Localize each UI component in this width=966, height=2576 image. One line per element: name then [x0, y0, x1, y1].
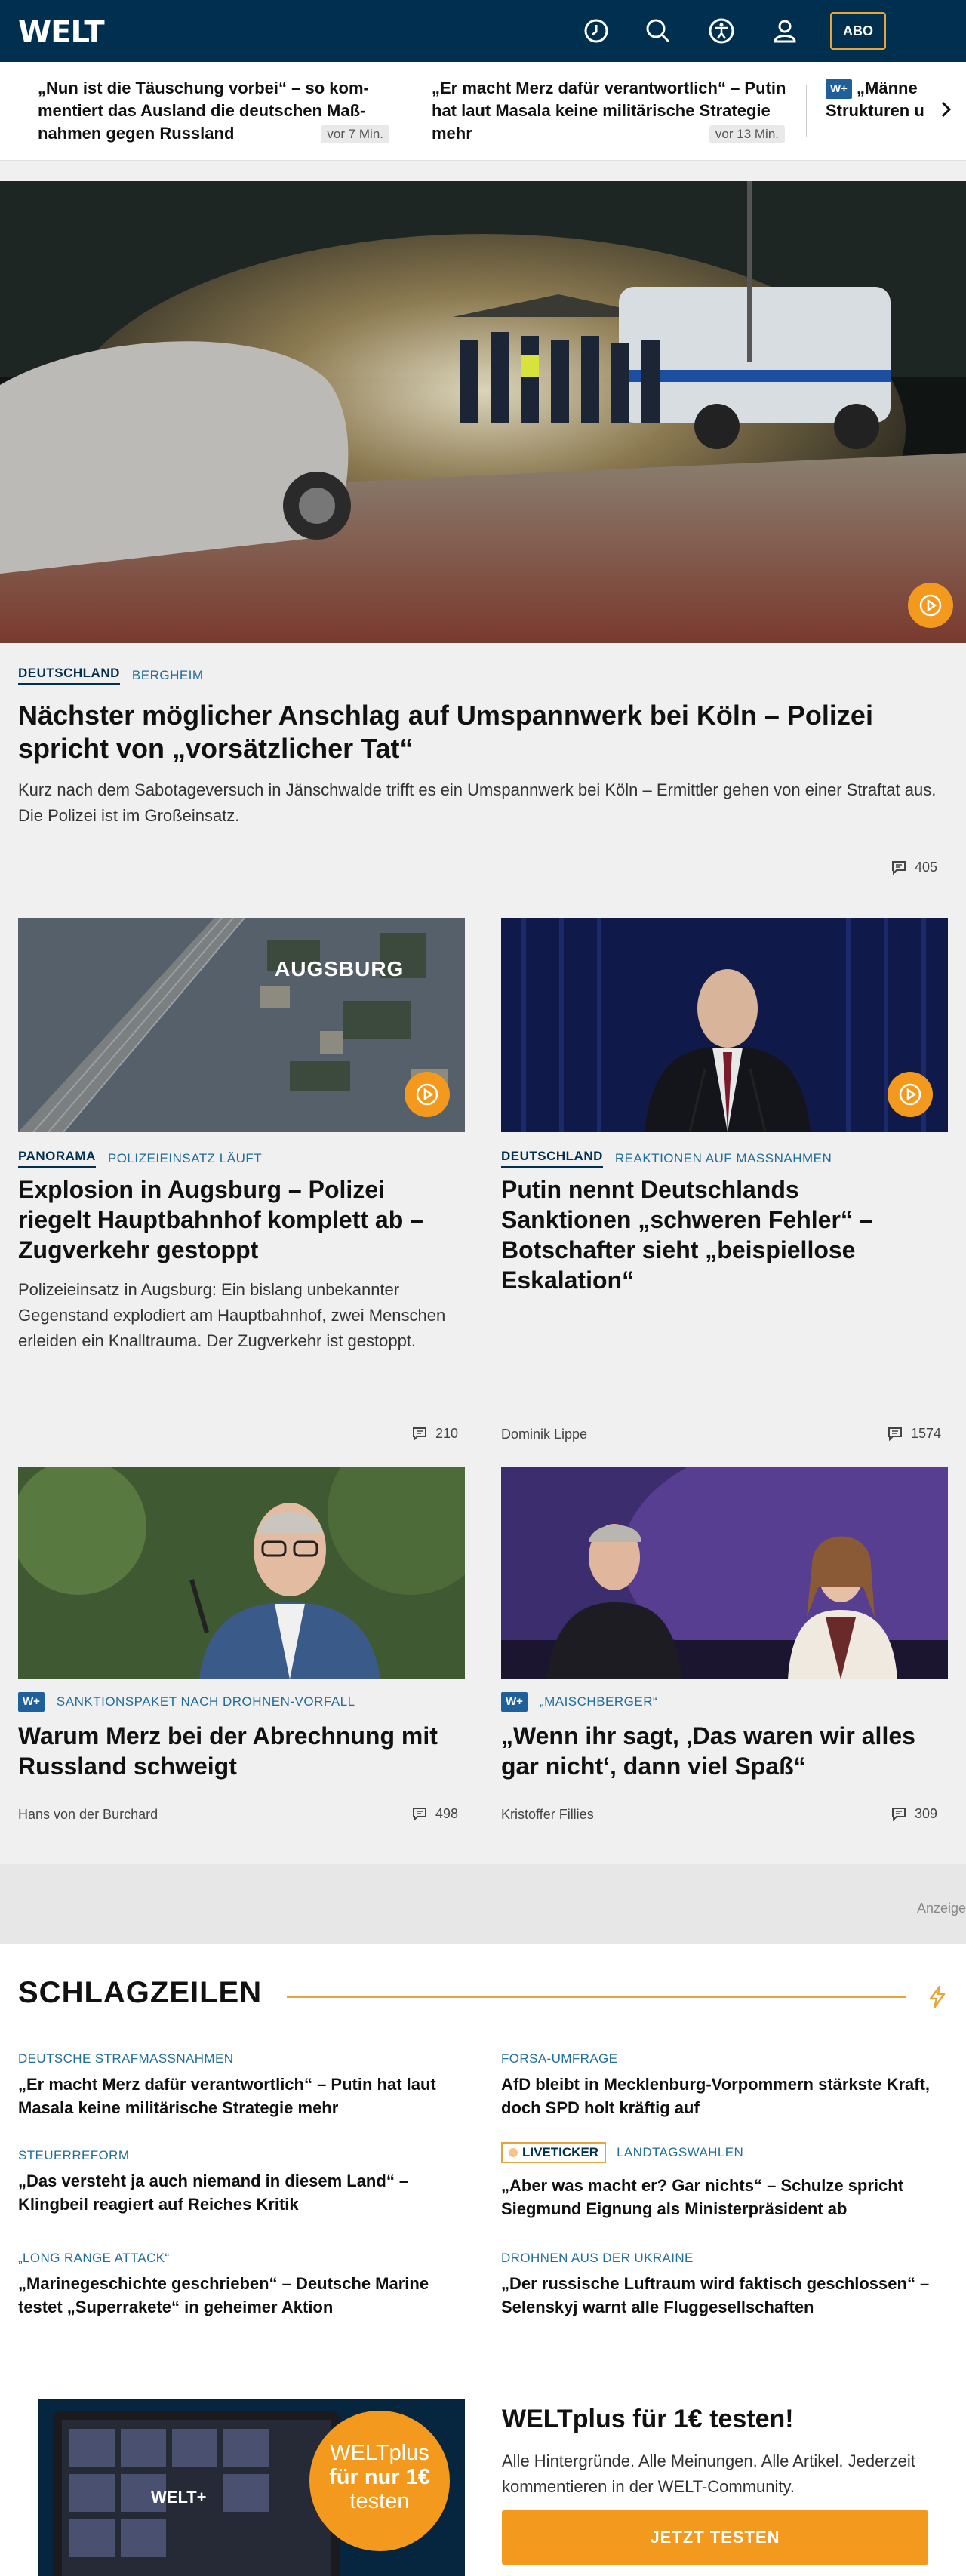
hero-teaser: Kurz nach dem Sabotageversuch in Jänschw…	[18, 780, 937, 825]
comment-icon	[413, 1808, 426, 1822]
headline-link[interactable]: „Marinegeschichte geschrieben“ – Deutsch…	[18, 2272, 463, 2319]
promo-badge-line: für nur 1€	[329, 2465, 430, 2489]
weltplus-badge: W+	[18, 1692, 45, 1712]
accessibility-icon[interactable]	[706, 16, 737, 46]
author-name[interactable]: Kristoffer Fillies	[501, 1807, 594, 1823]
promo-title: WELTplus für 1€ testen!	[502, 2405, 794, 2433]
hero-kicker-row: DEUTSCHLAND BERGHEIM	[18, 666, 204, 685]
promo-image[interactable]: WELT+ WELTplus für nur 1€ testen	[38, 2399, 465, 2576]
ad-label: Anzeige	[916, 1900, 966, 1916]
comment-icon	[892, 861, 906, 876]
live-dot-icon	[509, 2148, 518, 2157]
image-place-label: AUGSBURG	[275, 957, 405, 980]
headline-kicker: „LONG RANGE ATTACK“	[18, 2251, 170, 2265]
abo-button[interactable]: ABO	[830, 12, 886, 50]
comment-number: 210	[435, 1425, 459, 1441]
headline-kicker-row: LIVETICKER LANDTAGSWAHLEN	[501, 2142, 743, 2163]
ticker-title: „Nun ist die Täuschung vorbei“ – so kom­…	[38, 78, 369, 143]
comment-count[interactable]: 210	[411, 1425, 458, 1442]
video-play-button[interactable]	[908, 583, 953, 628]
video-play-button[interactable]	[405, 1072, 450, 1117]
liveticker-label: LIVETICKER	[522, 2145, 599, 2159]
section-divider	[287, 1996, 906, 1998]
topic-kicker: REAKTIONEN AUF MASSNAHMEN	[614, 1151, 832, 1165]
promo-badge-line: WELTplus	[330, 2441, 429, 2465]
author-name[interactable]: Dominik Lippe	[501, 1426, 587, 1442]
section-kicker[interactable]: DEUTSCHLAND	[18, 666, 120, 685]
comment-icon	[892, 1808, 906, 1822]
topic-kicker: POLIZEIEINSATZ LÄUFT	[107, 1151, 263, 1165]
hero-headline[interactable]: Nächster möglicher Anschlag auf Umspannw…	[18, 699, 924, 765]
ticker-item[interactable]: W+ „Männe Strukturen u	[826, 77, 931, 145]
section-title: SCHLAGZEILEN	[18, 1976, 263, 2009]
divider	[806, 85, 807, 137]
card-kicker-row: PANORAMA POLIZEIEINSATZ LÄUFT	[18, 1149, 262, 1168]
weltplus-badge: W+	[826, 79, 852, 100]
chevron-right-icon[interactable]	[939, 98, 954, 125]
headline-link[interactable]: AfD bleibt in Mecklenburg-Vorpommern stä…	[501, 2073, 946, 2119]
svg-text:WELT+: WELT+	[151, 2488, 207, 2507]
headline-link[interactable]: „Das versteht ja auch niemand in diesem …	[18, 2169, 463, 2216]
topic-kicker: SANKTIONSPAKET NACH DROHNEN-VORFALL	[56, 1694, 355, 1709]
hero-image[interactable]	[0, 181, 966, 643]
comment-number: 405	[915, 859, 938, 875]
ad-slot: Anzeige	[0, 1864, 966, 1944]
promo-text: Alle Hintergründe. Alle Meinungen. Alle …	[502, 2451, 915, 2496]
ticker-time: vor 7 Min.	[321, 125, 389, 143]
section-kicker[interactable]: PANORAMA	[18, 1149, 96, 1168]
comment-count[interactable]: 405	[891, 859, 937, 876]
headline-kicker: LANDTAGSWAHLEN	[617, 2145, 744, 2159]
jetzt-testen-button[interactable]: JETZT TESTEN	[502, 2510, 928, 2565]
author-name[interactable]: Hans von der Burchard	[18, 1807, 158, 1823]
liveticker-badge: LIVETICKER	[501, 2142, 607, 2163]
weltplus-promo: WELT+ WELTplus für nur 1€ testen WELTplu…	[0, 2382, 966, 2576]
headline-kicker: DROHNEN AUS DER UKRAINE	[501, 2251, 694, 2265]
card-headline[interactable]: „Wenn ihr sagt, ‚Das waren wir alles gar…	[501, 1721, 946, 1781]
comment-number: 498	[435, 1805, 459, 1821]
user-icon[interactable]	[770, 16, 800, 46]
promo-badge-line: testen	[349, 2489, 410, 2513]
putin-image[interactable]	[501, 918, 948, 1132]
comment-count[interactable]: 498	[411, 1805, 458, 1822]
merz-image[interactable]	[18, 1467, 465, 1679]
augsburg-aerial-image[interactable]: AUGSBURG	[18, 918, 465, 1132]
ticker-item[interactable]: „Er macht Merz dafür verantwortlich“ – P…	[432, 77, 788, 145]
card-headline[interactable]: Putin nennt Deutschlands Sanktionen „sch…	[501, 1174, 924, 1295]
topic-kicker: BERGHEIM	[131, 668, 204, 682]
card-headline[interactable]: Warum Merz bei der Abrechnung mit Russla…	[18, 1721, 463, 1781]
welt-logo[interactable]: WELT	[18, 15, 105, 50]
comment-icon	[888, 1427, 902, 1442]
comment-count[interactable]: 1574	[887, 1425, 941, 1442]
lightning-icon	[927, 1985, 948, 2013]
search-icon[interactable]	[643, 16, 673, 46]
headline-link[interactable]: „Er macht Merz dafür verantwortlich“ – P…	[18, 2073, 463, 2119]
topic-kicker: „MAISCHBERGER“	[539, 1694, 658, 1709]
video-play-button[interactable]	[888, 1072, 933, 1117]
card-kicker-row: W+ „MAISCHBERGER“	[501, 1692, 657, 1712]
headline-kicker: STEUERREFORM	[18, 2148, 130, 2162]
ticker-time: vor 13 Min.	[709, 125, 785, 143]
comment-number: 309	[915, 1805, 938, 1821]
headline-kicker: FORSA-UMFRAGE	[501, 2051, 618, 2066]
comment-number: 1574	[911, 1425, 942, 1441]
comment-icon	[413, 1427, 426, 1442]
clock-icon[interactable]	[581, 16, 611, 46]
top-navigation-bar: WELT ABO	[0, 0, 966, 62]
headline-link[interactable]: „Der russische Luftraum wird faktisch ge…	[501, 2272, 946, 2319]
card-kicker-row: W+ SANKTIONSPAKET NACH DROHNEN-VORFALL	[18, 1692, 355, 1712]
headline-kicker: DEUTSCHE STRAFMASSNAHMEN	[18, 2051, 234, 2066]
card-teaser: Polizeieinsatz in Augsburg: Ein bislang …	[18, 1280, 446, 1350]
weltplus-badge: W+	[501, 1692, 528, 1712]
ticker-item[interactable]: „Nun ist die Täuschung vorbei“ – so kom­…	[38, 77, 392, 145]
schlagzeilen-section: SCHLAGZEILEN DEUTSCHE STRAFMASSNAHMEN „E…	[0, 1944, 966, 2382]
comment-count[interactable]: 309	[891, 1805, 937, 1822]
headline-link[interactable]: „Aber was macht er? Gar nichts“ – Schulz…	[501, 2174, 946, 2221]
maischberger-image[interactable]	[501, 1467, 948, 1679]
news-ticker: „Nun ist die Täuschung vorbei“ – so kom­…	[0, 62, 966, 161]
section-kicker[interactable]: DEUTSCHLAND	[501, 1149, 603, 1168]
card-kicker-row: DEUTSCHLAND REAKTIONEN AUF MASSNAHMEN	[501, 1149, 832, 1168]
card-headline[interactable]: Explosion in Augsburg – Polizei riegelt …	[18, 1174, 456, 1265]
promo-badge: WELTplus für nur 1€ testen	[309, 2411, 450, 2551]
